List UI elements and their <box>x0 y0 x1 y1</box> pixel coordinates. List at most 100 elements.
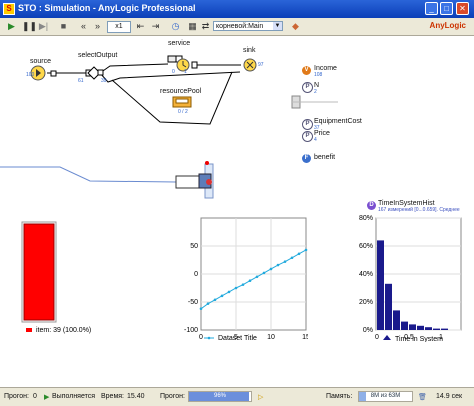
service-delay-count: 1 <box>184 69 187 75</box>
parameter-icon: P <box>302 131 313 142</box>
view-icon[interactable]: ▦ <box>187 21 198 32</box>
progress-value: 96% <box>213 393 226 399</box>
close-button[interactable]: ✕ <box>456 2 469 15</box>
legend-marker <box>207 336 211 340</box>
data-point <box>255 275 259 279</box>
y-tick-label: 0% <box>363 327 373 334</box>
minimize-button[interactable]: _ <box>425 2 438 15</box>
income-label: Income <box>314 65 337 72</box>
sink-count: 97 <box>258 62 264 68</box>
hist-legend-label: Time in System <box>395 336 443 342</box>
hist-bar <box>441 328 448 330</box>
y-tick-label: 50 <box>190 243 198 250</box>
data-point <box>297 252 301 256</box>
hist-bar <box>393 310 400 330</box>
variable-icon: V <box>302 66 311 75</box>
simulation-toolbar: ▶ ❚❚ ▶| ■ « » x1 ⇤ ⇥ ◷ ▦ ⇄ корневой:Main… <box>0 18 474 36</box>
realtime-icon[interactable]: ⇥ <box>150 21 161 32</box>
data-point <box>276 263 280 267</box>
histogram-title: TimeInSystemHist <box>378 200 435 207</box>
n-label: N <box>314 82 320 89</box>
y-tick-label: 0 <box>194 271 198 278</box>
fps-value: 14.9 сек <box>436 393 463 400</box>
y-tick-label: -100 <box>184 327 198 334</box>
x-tick-label: 10 <box>267 334 275 341</box>
time-value: 15.40 <box>127 393 145 400</box>
price-label: Price <box>314 130 330 137</box>
time-label: Время: <box>101 393 125 400</box>
service-label: service <box>168 40 191 47</box>
y-tick-label: -50 <box>188 299 198 306</box>
x-tick-label: 15 <box>302 334 308 341</box>
source-label: source <box>30 58 52 65</box>
run-value: 0 <box>33 393 37 400</box>
memory-label: Память: <box>326 393 353 400</box>
legend-swatch <box>26 328 32 332</box>
sink-label: sink <box>243 47 256 54</box>
time-icon[interactable]: ◷ <box>170 21 181 32</box>
maximize-button[interactable]: □ <box>440 2 453 15</box>
app-icon: S <box>3 3 15 15</box>
run-label: Прогон: <box>4 393 29 400</box>
model-canvas: source selectOutput service sink resourc… <box>0 36 474 387</box>
speed-field[interactable]: x1 <box>107 21 131 33</box>
rewind-icon[interactable]: ⇤ <box>135 21 146 32</box>
data-point <box>269 267 273 271</box>
memory-value: 8M из 63M <box>370 393 401 399</box>
trash-icon[interactable]: 🗑 <box>418 393 427 401</box>
view-selector[interactable]: корневой:Main ▼ <box>213 21 283 31</box>
source-count: 100 <box>26 72 35 78</box>
price-value: 4 <box>314 137 317 143</box>
hist-bar <box>385 283 392 330</box>
data-point <box>227 290 231 294</box>
benefit-label: benefit <box>314 154 336 161</box>
x-tick-label: 0 <box>375 334 379 341</box>
service-queue-count: 0 <box>172 69 175 75</box>
connector-select-sink <box>99 71 241 83</box>
navigate-icon[interactable]: ⇄ <box>200 21 211 32</box>
progress-icon: ▷ <box>258 394 264 401</box>
bar-chart: item: 39 (100.0%) <box>21 221 91 334</box>
data-point <box>220 294 224 298</box>
parameter-icon: P <box>302 82 313 93</box>
income-value: 108 <box>314 72 323 78</box>
data-point <box>262 271 266 275</box>
connector-select-service <box>99 63 169 74</box>
window-title: STO : Simulation - AnyLogic Professional <box>18 3 196 13</box>
step-icon[interactable]: ▶| <box>38 21 49 32</box>
settings-icon[interactable]: ◆ <box>290 21 301 32</box>
resource-pool-label: resourcePool <box>160 88 202 95</box>
data-point <box>213 298 217 302</box>
data-point <box>206 302 210 305</box>
stop-icon[interactable]: ■ <box>58 21 69 32</box>
line-plot: 500-50-1000 5 10 15Dataset Title <box>184 217 308 342</box>
y-tick-label: 60% <box>359 243 373 250</box>
legend-marker <box>383 335 391 340</box>
hist-bar <box>401 321 408 330</box>
select-count-b: 61 <box>78 78 84 84</box>
hist-bar <box>417 325 424 330</box>
source-port <box>50 70 57 77</box>
hist-bar <box>425 327 432 330</box>
bar-item <box>23 223 55 321</box>
dataset-icon: D <box>367 201 376 210</box>
histogram: 80%60%40%20%0%0 0.5 1Time in System <box>359 215 462 342</box>
run-icon[interactable]: ▶ <box>6 21 17 32</box>
hist-bar <box>409 324 416 330</box>
data-point <box>283 260 287 263</box>
select-output-port <box>97 69 104 76</box>
running-icon: ▶ <box>44 394 50 401</box>
equipment-cost-label: EquipmentCost <box>314 118 362 125</box>
window-titlebar: S STO : Simulation - AnyLogic Profession… <box>0 0 474 18</box>
view-selector-value: корневой:Main <box>216 23 264 30</box>
bar-legend-label: item: 39 (100.0%) <box>36 327 91 334</box>
memory-bar: 8M из 63M <box>358 391 413 402</box>
parameter-icon: P <box>302 119 313 130</box>
truck-light <box>206 179 212 185</box>
pause-icon[interactable]: ❚❚ <box>22 21 37 32</box>
faster-icon[interactable]: » <box>92 21 103 32</box>
slower-icon[interactable]: « <box>78 21 89 32</box>
y-tick-label: 80% <box>359 215 373 222</box>
progress-label: Прогон: <box>160 393 185 400</box>
connector-loop <box>111 71 233 125</box>
